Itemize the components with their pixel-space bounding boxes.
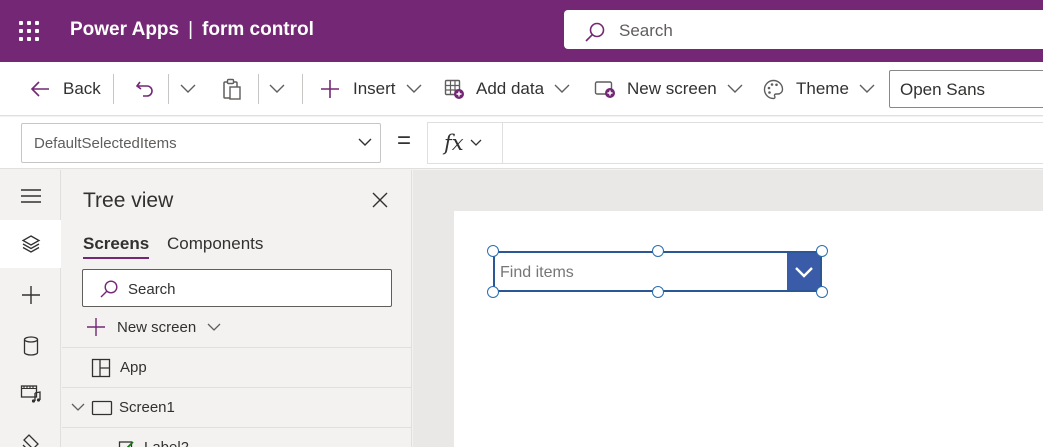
tree-item-label2[interactable]: Label2 (62, 427, 411, 447)
chevron-down-icon (470, 139, 482, 146)
rail-insert[interactable] (0, 271, 61, 319)
property-name: DefaultSelectedItems (34, 135, 177, 152)
command-bar: Back Insert Add data New screen Theme Op… (0, 62, 1043, 116)
chevron-down-icon (554, 84, 570, 93)
back-label: Back (63, 79, 101, 98)
property-selector[interactable]: DefaultSelectedItems (21, 123, 381, 163)
formula-input[interactable] (503, 122, 1043, 164)
rail-data[interactable] (0, 322, 61, 370)
tree-item-app[interactable]: App (62, 347, 411, 387)
tree-view-panel: Tree view Screens Components Search New … (62, 170, 412, 447)
app-name: Power Apps (70, 19, 180, 40)
chevron-down-icon (207, 323, 221, 331)
tree-item-label: App (120, 359, 147, 376)
app-launcher-icon[interactable] (16, 18, 42, 44)
tree-search-placeholder: Search (128, 281, 176, 298)
tools-icon (22, 434, 39, 447)
function-button[interactable]: fx (427, 122, 503, 164)
font-selector[interactable]: Open Sans (889, 70, 1043, 108)
add-data-label: Add data (476, 79, 545, 98)
equals-sign: = (397, 127, 412, 154)
new-screen-label: New screen (627, 79, 717, 98)
global-search-placeholder: Search (619, 21, 673, 40)
title-separator: | (188, 19, 194, 40)
tree-item-label: Label2 (144, 439, 189, 447)
palette-icon (763, 79, 784, 99)
tree-new-screen-label: New screen (117, 318, 197, 336)
new-screen-button[interactable]: New screen (594, 62, 743, 116)
add-data-button[interactable]: Add data (444, 62, 570, 116)
formula-bar: DefaultSelectedItems = fx (0, 117, 1043, 169)
rail-advanced-tools[interactable] (0, 418, 61, 447)
paste-button[interactable] (222, 62, 242, 116)
resize-handle-top-right[interactable] (816, 245, 828, 257)
new-screen-icon (594, 81, 615, 98)
undo-menu-button[interactable] (180, 62, 196, 116)
resize-handle-bottom-left[interactable] (487, 286, 499, 298)
tree-view-title: Tree view (83, 189, 174, 212)
app-title: Power Apps | form control (70, 19, 314, 41)
label-icon (118, 440, 134, 447)
chevron-down-icon (406, 84, 422, 93)
divider (258, 74, 259, 104)
insert-button[interactable]: Insert (320, 62, 422, 116)
fx-icon: fx (444, 131, 464, 155)
theme-label: Theme (796, 79, 849, 98)
chevron-down-icon (358, 138, 372, 146)
theme-button[interactable]: Theme (763, 62, 875, 116)
chevron-down-icon (794, 266, 813, 278)
clipboard-icon (223, 78, 241, 100)
close-icon[interactable] (371, 191, 389, 209)
search-icon (100, 280, 118, 298)
combobox-placeholder: Find items (500, 264, 574, 281)
plus-icon (87, 318, 105, 336)
undo-button[interactable] (135, 62, 155, 116)
app-header: Power Apps | form control Search (0, 0, 1043, 62)
plus-icon (321, 80, 339, 98)
chevron-down-icon (859, 84, 875, 93)
tab-screens[interactable]: Screens (83, 234, 150, 259)
app-icon (91, 358, 111, 377)
tab-components[interactable]: Components (167, 234, 263, 254)
tree-new-screen-button[interactable]: New screen (86, 316, 221, 338)
search-icon (585, 22, 605, 42)
screen-canvas[interactable] (454, 211, 1043, 447)
left-rail (0, 170, 61, 447)
chevron-down-icon[interactable] (71, 403, 85, 412)
chevron-down-icon (180, 84, 196, 93)
plus-icon (21, 286, 40, 304)
back-button[interactable]: Back (30, 62, 101, 116)
chevron-down-icon (727, 84, 743, 93)
paste-menu-button[interactable] (269, 62, 285, 116)
divider (113, 74, 114, 104)
resize-handle-bottom[interactable] (652, 286, 664, 298)
divider (302, 74, 303, 104)
divider (168, 74, 169, 104)
media-icon (20, 385, 41, 403)
chevron-down-icon (269, 84, 285, 93)
database-icon (23, 336, 38, 356)
global-search-box[interactable]: Search (564, 10, 1043, 49)
rail-tree-view[interactable] (0, 220, 61, 268)
insert-label: Insert (353, 79, 396, 98)
document-name[interactable]: form control (202, 19, 314, 40)
tree-search-input[interactable]: Search (82, 269, 392, 307)
resize-handle-bottom-right[interactable] (816, 286, 828, 298)
table-add-icon (444, 79, 464, 99)
tree-item-label: Screen1 (119, 399, 175, 416)
rail-media[interactable] (0, 370, 61, 418)
resize-handle-top-left[interactable] (487, 245, 499, 257)
back-arrow-icon (30, 81, 49, 97)
resize-handle-top[interactable] (652, 245, 664, 257)
undo-icon (135, 81, 153, 97)
layers-icon (21, 235, 40, 253)
screen-icon (91, 400, 113, 415)
tree-item-screen1[interactable]: Screen1 (62, 387, 411, 427)
combobox-dropdown-button[interactable] (787, 253, 820, 290)
menu-toggle-button[interactable] (0, 172, 61, 220)
hamburger-icon (20, 189, 41, 203)
